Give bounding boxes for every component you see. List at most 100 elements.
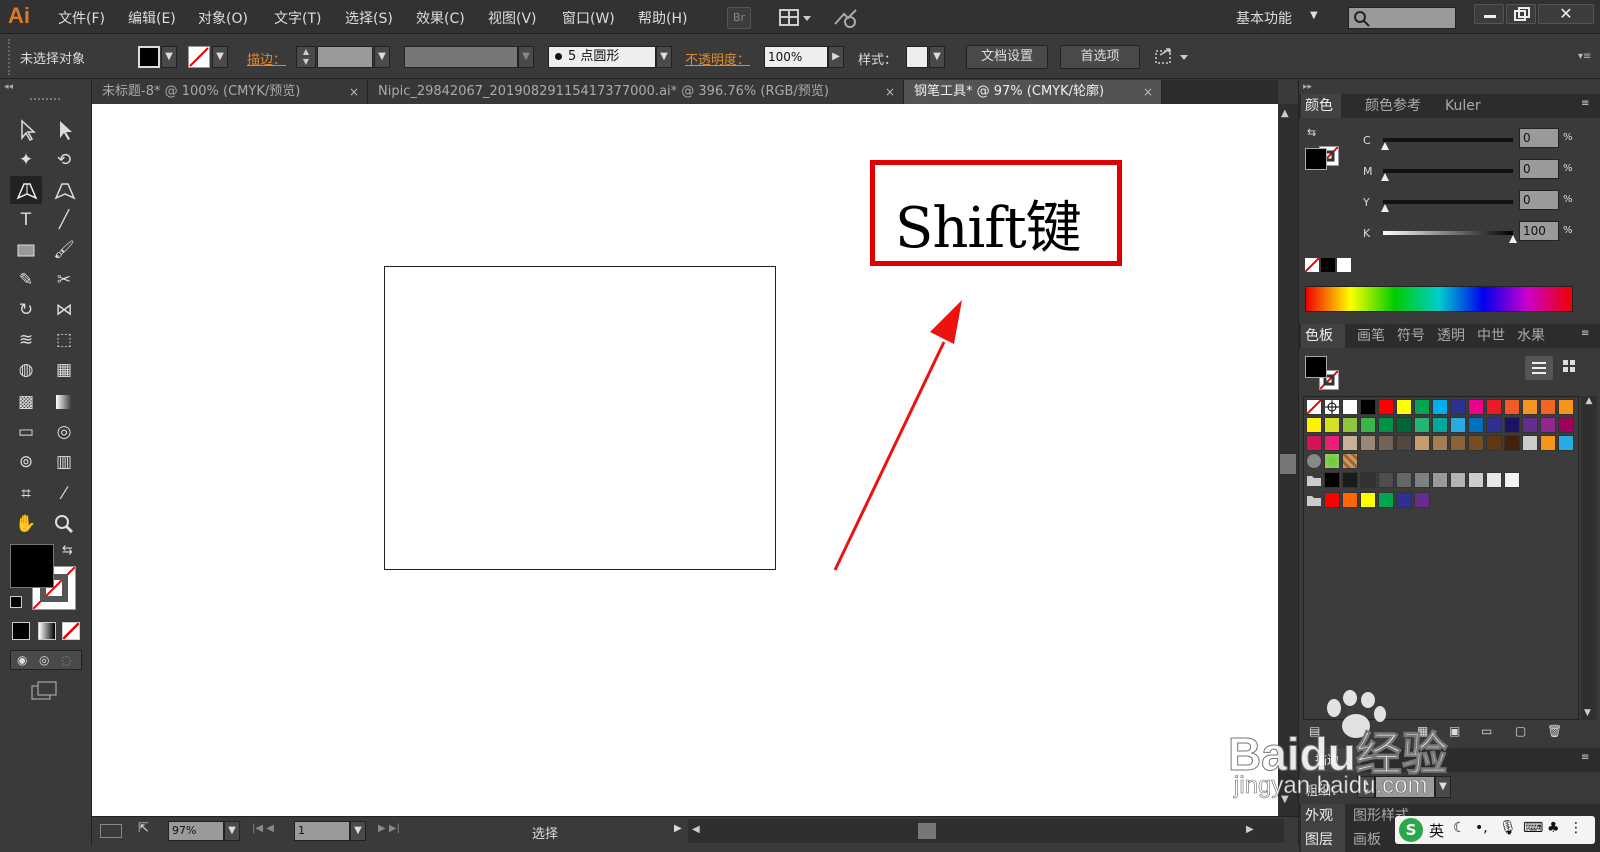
- color-swatch[interactable]: [1540, 417, 1556, 433]
- blob-brush-tool-icon[interactable]: ✎: [12, 266, 40, 294]
- scroll-up-icon[interactable]: ▲: [1281, 108, 1289, 119]
- collapse-panels-icon[interactable]: ▸▸: [1303, 82, 1312, 92]
- none-mode-button[interactable]: [62, 622, 80, 640]
- tab-layers[interactable]: 图层: [1301, 828, 1345, 852]
- gradient-mode-button[interactable]: [38, 622, 56, 640]
- style-dropdown[interactable]: ▼: [929, 46, 945, 68]
- draw-mode-buttons[interactable]: ◉ ◎ ◌: [10, 650, 82, 670]
- color-swatch[interactable]: [1378, 435, 1394, 451]
- opacity-arrow[interactable]: ▶: [828, 46, 844, 68]
- channel-m-input[interactable]: 0: [1519, 159, 1559, 179]
- restore-button[interactable]: [1506, 4, 1536, 24]
- artboard-nav-icon[interactable]: [100, 824, 122, 838]
- color-swatch[interactable]: [1396, 399, 1412, 415]
- channel-y-handle[interactable]: [1381, 204, 1389, 212]
- color-swatch[interactable]: [1522, 399, 1538, 415]
- color-swatch[interactable]: [1522, 417, 1538, 433]
- color-swatch[interactable]: [1306, 417, 1322, 433]
- color-mode-button[interactable]: [12, 622, 30, 640]
- fill-color-swatch[interactable]: [138, 46, 160, 68]
- color-swatch[interactable]: [1486, 435, 1502, 451]
- ime-language[interactable]: 英: [1429, 820, 1444, 841]
- symbol-sprayer-tool-icon[interactable]: ⊚: [12, 448, 40, 476]
- color-swatch[interactable]: [1540, 435, 1556, 451]
- shape-builder-tool-icon[interactable]: ◍: [12, 356, 40, 384]
- ime-moon-icon[interactable]: ☾: [1453, 820, 1466, 836]
- swatch-kinds-icon[interactable]: ▦: [1417, 724, 1428, 738]
- rectangle-tool-icon[interactable]: [12, 236, 40, 264]
- channel-m-slider[interactable]: [1383, 169, 1513, 173]
- lasso-tool-icon[interactable]: ⟲: [50, 146, 78, 174]
- close-tab-icon[interactable]: ×: [885, 80, 895, 104]
- swatch-none[interactable]: [1306, 399, 1322, 415]
- color-swatch[interactable]: [1324, 435, 1340, 451]
- stroke-weight-input[interactable]: [317, 46, 373, 68]
- color-swatch[interactable]: [1414, 417, 1430, 433]
- color-swatch[interactable]: [1450, 435, 1466, 451]
- free-transform-tool-icon[interactable]: ⬚: [50, 326, 78, 354]
- slice-tool-icon[interactable]: ⁄: [50, 480, 78, 508]
- color-swatch[interactable]: [1468, 435, 1484, 451]
- color-swatch[interactable]: [1378, 399, 1394, 415]
- mesh-tool-icon[interactable]: ▩: [12, 388, 40, 416]
- color-swatch[interactable]: [1378, 472, 1394, 488]
- perspective-grid-tool-icon[interactable]: ▦: [50, 356, 78, 384]
- color-swatch[interactable]: [1342, 472, 1358, 488]
- gradient-tool-icon[interactable]: [50, 388, 78, 416]
- menu-type[interactable]: 文字(T): [274, 8, 321, 28]
- swatch-registration[interactable]: [1324, 399, 1340, 415]
- color-swatch[interactable]: [1504, 417, 1520, 433]
- vertical-scrollbar[interactable]: ▲ ▼: [1278, 104, 1298, 816]
- width-tool-icon[interactable]: ≋: [12, 326, 40, 354]
- opacity-input[interactable]: 100%: [764, 46, 828, 68]
- color-swatch[interactable]: [1468, 399, 1484, 415]
- profile-dropdown[interactable]: ▼: [518, 46, 534, 68]
- color-swatch[interactable]: [1396, 492, 1412, 508]
- tab-color[interactable]: 颜色: [1301, 94, 1341, 118]
- blend-tool-icon[interactable]: ◎: [50, 418, 78, 446]
- delete-swatch-icon[interactable]: 🗑: [1547, 724, 1562, 738]
- color-swatch[interactable]: [1432, 399, 1448, 415]
- color-swatch[interactable]: [1342, 435, 1358, 451]
- channel-k-input[interactable]: 100: [1519, 221, 1559, 241]
- screen-mode-icon[interactable]: [30, 680, 58, 702]
- ime-mic-icon[interactable]: 🎙: [1499, 820, 1517, 836]
- tab-nipic[interactable]: Nipic_29842067_20190829115417377000.ai* …: [368, 80, 904, 104]
- swatch-pattern-1[interactable]: [1306, 453, 1322, 469]
- swatch-panel-menu-icon[interactable]: ≡: [1581, 328, 1589, 339]
- type-tool-icon[interactable]: T: [12, 206, 40, 234]
- close-window-button[interactable]: ✕: [1538, 4, 1594, 24]
- horizontal-scrollbar[interactable]: ◀ ▶: [688, 819, 1284, 843]
- fill-dropdown[interactable]: ▼: [161, 46, 177, 68]
- stroke-panel-menu-icon[interactable]: ≡: [1581, 752, 1589, 763]
- tab-pen-tool[interactable]: 钢笔工具* @ 97% (CMYK/轮廓) ×: [904, 80, 1162, 104]
- tab-transparency[interactable]: 透明: [1437, 324, 1465, 348]
- tab-fruit[interactable]: 水果: [1517, 324, 1545, 348]
- color-swatch[interactable]: [1414, 492, 1430, 508]
- hscroll-thumb[interactable]: [918, 823, 936, 839]
- tab-swatches[interactable]: 色板: [1301, 324, 1345, 348]
- bridge-button[interactable]: Br: [727, 7, 751, 29]
- draw-inside-icon[interactable]: ◌: [61, 653, 71, 667]
- color-swatch[interactable]: [1432, 435, 1448, 451]
- scroll-right-icon[interactable]: ▶: [1246, 824, 1254, 835]
- color-swatch[interactable]: [1558, 435, 1574, 451]
- default-colors-icon[interactable]: [10, 596, 22, 608]
- channel-c-input[interactable]: 0: [1519, 128, 1559, 148]
- color-swatch[interactable]: [1432, 472, 1448, 488]
- zoom-level[interactable]: 97%: [168, 821, 224, 841]
- opacity-label[interactable]: 不透明度：: [685, 49, 750, 68]
- swatch-scrollbar[interactable]: ▲ ▼: [1581, 396, 1597, 720]
- workspace-chevron-icon[interactable]: ▼: [1310, 10, 1318, 21]
- swatch-fill-preview[interactable]: [1305, 356, 1327, 378]
- color-swatch[interactable]: [1306, 435, 1322, 451]
- color-swatch[interactable]: [1468, 417, 1484, 433]
- color-panel-swap-icon[interactable]: ⇆: [1307, 126, 1316, 139]
- color-swatch[interactable]: [1396, 417, 1412, 433]
- swatch-pattern-3[interactable]: [1342, 453, 1358, 469]
- share-icon[interactable]: ⇱: [138, 821, 149, 836]
- draw-behind-icon[interactable]: ◎: [39, 653, 49, 667]
- direct-selection-tool-icon[interactable]: [50, 116, 78, 144]
- close-tab-icon[interactable]: ×: [1143, 80, 1153, 104]
- color-swatch[interactable]: [1414, 472, 1430, 488]
